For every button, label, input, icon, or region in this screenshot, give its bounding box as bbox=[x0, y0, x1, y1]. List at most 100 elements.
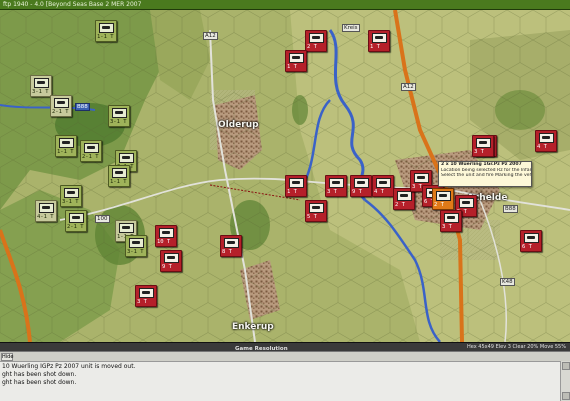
tank-icon bbox=[112, 108, 127, 118]
unit-strength: 3-1 T bbox=[110, 119, 127, 125]
tank-icon bbox=[64, 188, 79, 198]
tank-icon bbox=[34, 78, 49, 88]
unit-counter[interactable]: 1 T bbox=[285, 175, 307, 197]
unit-counter[interactable]: 1-1 T bbox=[108, 165, 130, 187]
unit-counter[interactable]: 6 T bbox=[520, 230, 542, 252]
unit-counter[interactable]: 9 T bbox=[160, 250, 182, 272]
unit-counter[interactable]: 3-1 T bbox=[30, 75, 52, 97]
unit-strength: 3-1 T bbox=[127, 249, 144, 255]
message-log-panel: Hide 10 Wuerling IGPz Pz 2007 unit is mo… bbox=[0, 351, 570, 401]
tank-icon bbox=[414, 173, 429, 183]
tank-icon bbox=[59, 138, 74, 148]
unit-counter[interactable]: 1 T bbox=[368, 30, 390, 52]
unit-strength: 3 T bbox=[327, 189, 337, 195]
tank-icon bbox=[476, 138, 491, 148]
tank-icon bbox=[329, 178, 344, 188]
unit-strength: 1 T bbox=[370, 44, 380, 50]
unit-strength: 9 T bbox=[162, 264, 172, 270]
unit-counter[interactable]: 2-1 T bbox=[65, 210, 87, 232]
unit-strength: 1-1 T bbox=[110, 179, 127, 185]
unit-counter[interactable]: 3 T bbox=[440, 210, 462, 232]
unit-counter[interactable]: 2 T bbox=[305, 30, 327, 52]
unit-counter[interactable]: 2-1 T bbox=[50, 95, 72, 117]
tank-icon bbox=[39, 203, 54, 213]
tank-icon bbox=[139, 288, 154, 298]
unit-counter[interactable]: 2-1 T bbox=[80, 140, 102, 162]
hex-map[interactable]: A12 A12 B88 100 K48 B88 Kreis Olderup En… bbox=[0, 10, 570, 342]
unit-counter[interactable]: 8 T bbox=[220, 235, 242, 257]
scroll-up-arrow-icon[interactable] bbox=[562, 362, 570, 370]
scroll-down-arrow-icon[interactable] bbox=[562, 392, 570, 400]
tank-icon bbox=[309, 33, 324, 43]
tank-icon bbox=[129, 238, 144, 248]
log-lines: 10 Wuerling IGPz Pz 2007 unit is moved o… bbox=[2, 363, 552, 387]
unit-strength: 5 T bbox=[307, 214, 317, 220]
window-titlebar: ftp 1940 - 4.0 [Beyond Seas Base 2 MER 2… bbox=[0, 0, 570, 10]
unit-counter[interactable]: 4-1 T bbox=[35, 200, 57, 222]
unit-strength: 2 T bbox=[395, 202, 405, 208]
tank-icon bbox=[436, 191, 451, 201]
unit-strength: 4 T bbox=[374, 189, 384, 195]
unit-counter[interactable]: 3 T bbox=[325, 175, 347, 197]
tank-icon bbox=[309, 203, 324, 213]
log-line: ght has been shot down. bbox=[2, 379, 77, 386]
unit-strength: 10 T bbox=[157, 239, 171, 245]
unit-strength: 2-1 T bbox=[82, 154, 99, 160]
tank-icon bbox=[524, 233, 539, 243]
tank-icon bbox=[84, 143, 99, 153]
unit-counter[interactable]: 2 T bbox=[432, 188, 454, 210]
unit-strength: 3 T bbox=[137, 299, 147, 305]
tank-icon bbox=[69, 213, 84, 223]
log-hide-button[interactable]: Hide bbox=[1, 353, 13, 361]
tank-icon bbox=[99, 23, 114, 33]
tank-icon bbox=[119, 153, 134, 163]
unit-strength: 3 T bbox=[474, 149, 484, 155]
tank-icon bbox=[376, 178, 391, 188]
unit-strength: 3 T bbox=[442, 224, 452, 230]
unit-strength: 1 T bbox=[287, 64, 297, 70]
unit-counter[interactable]: 10 T bbox=[155, 225, 177, 247]
unit-counter[interactable]: 5 T bbox=[305, 200, 327, 222]
unit-counter[interactable]: 3 T bbox=[472, 135, 494, 157]
status-readout: Hex 45x49 Elev 3 Clear 20% Move 55% bbox=[467, 344, 566, 350]
log-scrollbar[interactable] bbox=[560, 361, 570, 401]
unit-strength: 6 T bbox=[522, 244, 532, 250]
town-olderup: Olderup bbox=[218, 120, 259, 130]
unit-strength: 8 T bbox=[222, 249, 232, 255]
tank-icon bbox=[539, 133, 554, 143]
unit-strength: 2 T bbox=[307, 44, 317, 50]
unit-counter[interactable]: 4 T bbox=[535, 130, 557, 152]
unit-counter[interactable]: 1-1 T bbox=[95, 20, 117, 42]
unit-strength: 3 T bbox=[412, 184, 422, 190]
unit-tooltip: 2 x 10 Wuerling 1Gr.Pz Pz 2007 Location … bbox=[438, 161, 532, 187]
unit-counter[interactable]: 1-1 T bbox=[55, 135, 77, 157]
unit-strength: 1-1 T bbox=[97, 34, 114, 40]
tank-icon bbox=[159, 228, 174, 238]
road-label-a12: A12 bbox=[203, 32, 218, 40]
tank-icon bbox=[289, 178, 304, 188]
road-label-k48: K48 bbox=[500, 278, 515, 286]
unit-strength: 2-1 T bbox=[67, 224, 84, 230]
tooltip-line-2: Select the unit and fire Marking the veh… bbox=[441, 173, 531, 178]
log-toolbar: Hide bbox=[0, 352, 570, 362]
tank-icon bbox=[354, 178, 369, 188]
tank-icon bbox=[397, 191, 412, 201]
tank-icon bbox=[224, 238, 239, 248]
road-label-a12b: A12 bbox=[401, 83, 416, 91]
unit-counter[interactable]: 4 T bbox=[372, 175, 394, 197]
road-label-b88: B88 bbox=[75, 103, 90, 111]
tank-icon bbox=[372, 33, 387, 43]
unit-counter[interactable]: 1 T bbox=[285, 50, 307, 72]
unit-counter[interactable]: 3-1 T bbox=[60, 185, 82, 207]
unit-counter[interactable]: 3-1 T bbox=[125, 235, 147, 257]
unit-counter[interactable]: 3-1 T bbox=[108, 105, 130, 127]
unit-strength: 2 T bbox=[434, 202, 444, 208]
unit-counter[interactable]: 9 T bbox=[350, 175, 372, 197]
tank-icon bbox=[119, 223, 134, 233]
road-label-b88b: B88 bbox=[503, 205, 518, 213]
window-title: ftp 1940 - 4.0 [Beyond Seas Base 2 MER 2… bbox=[3, 1, 142, 8]
unit-strength: 1 T bbox=[287, 189, 297, 195]
log-line: 10 Wuerling IGPz Pz 2007 unit is moved o… bbox=[2, 363, 136, 370]
unit-strength: 9 T bbox=[352, 189, 362, 195]
unit-counter[interactable]: 3 T bbox=[135, 285, 157, 307]
